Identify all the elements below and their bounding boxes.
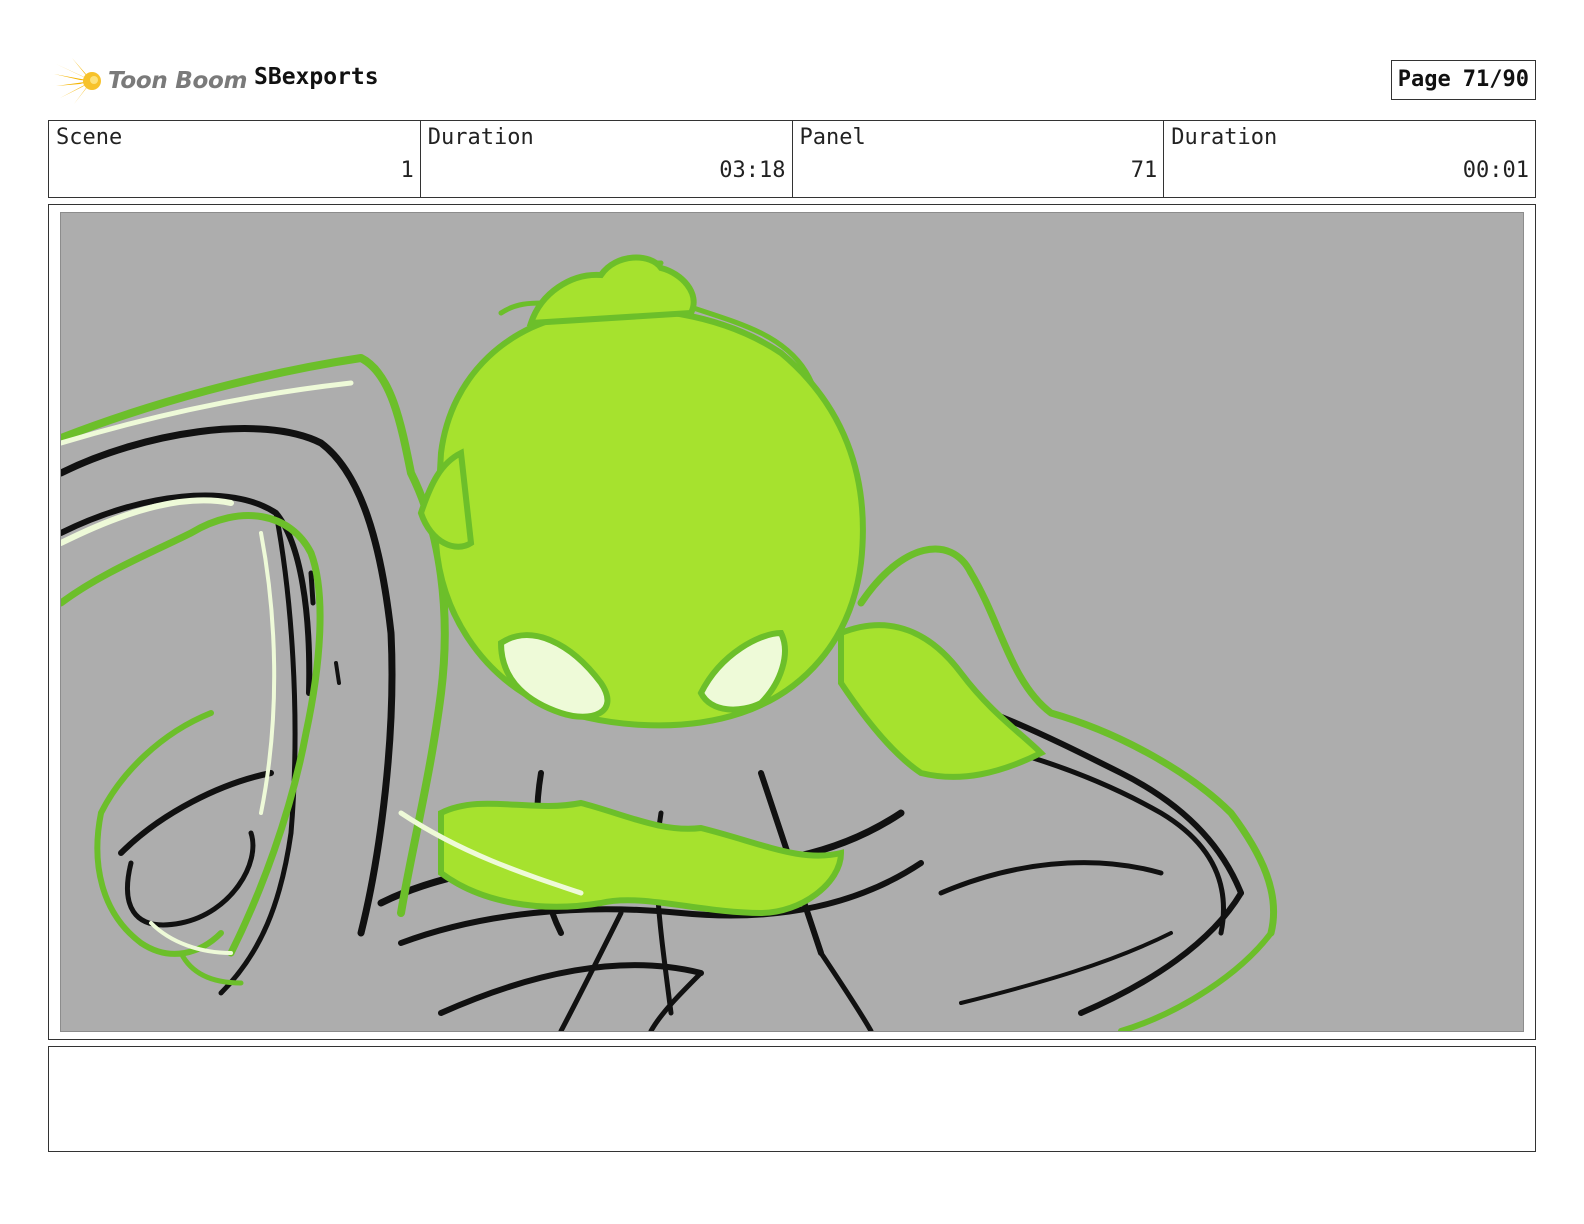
scene-label: Scene (56, 125, 123, 150)
scene-cell: Scene 1 (49, 121, 421, 197)
panel-label: Panel (799, 125, 866, 150)
panel-value: 71 (1130, 158, 1158, 183)
panel-cell: Panel 71 (793, 121, 1165, 197)
scene-duration-value: 03:18 (719, 158, 786, 183)
panel-notes (48, 1046, 1536, 1152)
page-indicator: Page 71/90 (1390, 60, 1536, 100)
scene-duration-label: Duration (427, 125, 534, 150)
scene-value: 1 (400, 158, 414, 183)
project-name: SBexports (254, 64, 379, 90)
panel-frame (48, 204, 1536, 1040)
panel-info-table: Scene 1 Duration 03:18 Panel 71 Duration… (48, 120, 1536, 198)
toon-boom-logo: Toon Boom (52, 56, 248, 106)
page-header: Toon Boom SBexports Page 71/90 (48, 52, 1536, 108)
panel-duration-value: 00:01 (1462, 158, 1529, 183)
sketch-drawing (61, 213, 1523, 1031)
panel-duration-cell: Duration 00:01 (1164, 121, 1535, 197)
page-label: Page (1397, 67, 1451, 92)
page-number: 71/90 (1462, 67, 1529, 92)
logo-text: Toon Boom (108, 68, 248, 94)
storyboard-panel-image (60, 212, 1524, 1032)
panel-duration-label: Duration (1171, 125, 1278, 150)
scene-duration-cell: Duration 03:18 (421, 121, 793, 197)
starburst-icon (54, 58, 101, 104)
